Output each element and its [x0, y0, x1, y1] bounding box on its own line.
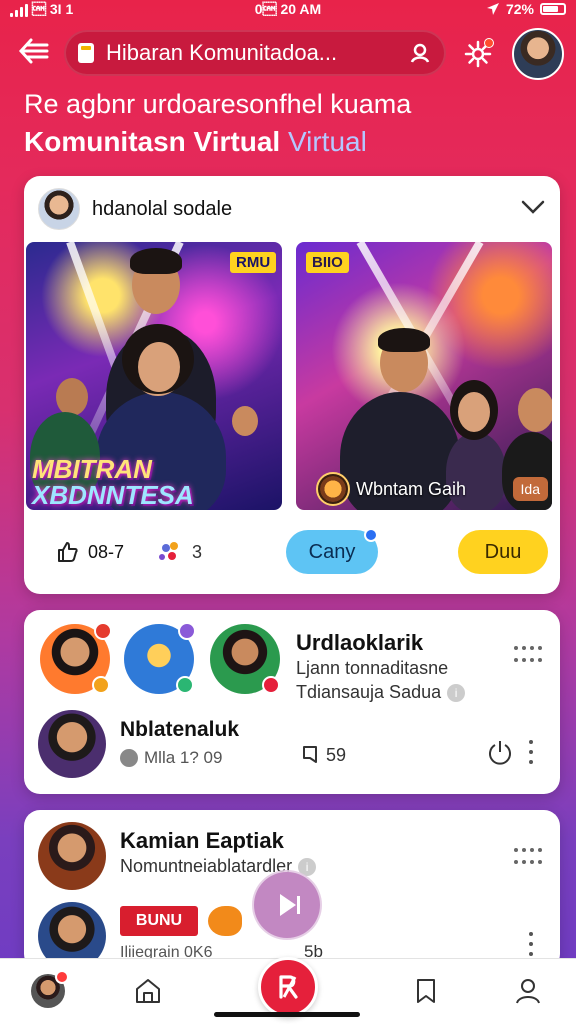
community-subtitle-2-text: Tdiansauja Sadua — [296, 682, 442, 702]
reaction-count: 3 — [192, 541, 203, 562]
reaction-icon — [159, 542, 178, 560]
settings-button[interactable] — [460, 36, 496, 72]
community-subtitle-1: Ljann tonnaditasne — [296, 658, 449, 678]
group-subtitle-text: Nomuntneiablatardler — [120, 856, 293, 876]
post-card: hdanolal sodale RMU MBITRAN XBDNNTESA BI… — [24, 176, 560, 594]
group-tag: BUNU — [120, 906, 198, 936]
story-status-icon — [92, 676, 110, 694]
story-status-icon — [176, 676, 194, 694]
play-icon — [280, 894, 300, 916]
headline-bold: Komunitasn Virtual — [24, 126, 281, 157]
community-subtitle-2: Tdiansauja Sadua i — [296, 682, 466, 703]
battery-percent: 72% — [505, 1, 534, 17]
nav-home[interactable] — [128, 971, 168, 1011]
nav-avatar-image — [31, 970, 69, 1008]
left-media-caption: MBITRAN XBDNNTESA — [32, 456, 194, 508]
cany-button[interactable]: Cany — [286, 528, 378, 574]
right-media-badge: BIIO — [306, 252, 349, 273]
story-avatar-1[interactable] — [40, 622, 112, 694]
post-image-right[interactable]: BIIO Wbntam Gaih Ida — [296, 242, 552, 510]
more-icon[interactable] — [514, 848, 542, 868]
headline-accent: Virtual — [287, 126, 367, 157]
creator-ring-icon — [316, 472, 350, 506]
battery-icon — [540, 3, 566, 15]
play-button[interactable] — [252, 870, 322, 940]
story-badge — [94, 622, 112, 640]
comment-button[interactable]: 59 — [300, 744, 346, 766]
story-avatar-3[interactable] — [210, 624, 280, 694]
right-caption-chip[interactable]: Ida — [512, 477, 548, 501]
comment-count: 59 — [326, 744, 347, 765]
duu-label: Duu — [484, 540, 522, 563]
document-icon — [78, 43, 94, 63]
right-caption-text: Wbntam Gaih — [356, 478, 467, 499]
group-avatar[interactable] — [38, 822, 106, 890]
headline-line-1: Re agbnr urdoaresonfhel kuama — [24, 89, 412, 119]
status-bar:  3I 1 0 20 AM 72% — [0, 0, 576, 22]
page-headline: Re agbnr urdoaresonfhel kuama Komunitasn… — [24, 88, 564, 160]
info-icon[interactable]: i — [447, 683, 466, 702]
duu-button[interactable]: Duu — [458, 530, 548, 574]
like-button[interactable]: 08-7 — [56, 540, 124, 564]
more-icon[interactable] — [514, 646, 542, 666]
author-avatar[interactable] — [38, 188, 80, 230]
back-button[interactable] — [14, 36, 54, 72]
member-name[interactable]: Nblatenaluk — [120, 718, 239, 742]
right-media-caption: Wbntam Gaih Ida — [316, 472, 548, 506]
user-icon[interactable] — [408, 41, 432, 65]
nav-create[interactable] — [258, 957, 318, 1017]
group-title[interactable]: Kamian Eaptiak — [120, 828, 284, 854]
top-bar: Hibaran Komunitadoa... — [0, 28, 576, 80]
community-card: Urdlaoklarik Ljann tonnaditasne Tdiansau… — [24, 610, 560, 794]
post-actions: 08-7 3 Cany Duu — [24, 526, 560, 582]
home-icon — [136, 979, 160, 1003]
member-meta-text: Mlla 1? 09 — [144, 748, 223, 767]
nav-notification-badge — [55, 970, 69, 984]
profile-avatar[interactable] — [512, 28, 564, 80]
reaction-button[interactable]: 3 — [156, 540, 202, 564]
story-status-icon — [262, 676, 280, 694]
back-icon — [18, 38, 49, 64]
chevron-down-icon[interactable] — [520, 196, 546, 218]
story-badge — [178, 622, 196, 640]
left-caption-line-1: MBITRAN — [32, 454, 152, 484]
more-vertical-icon[interactable] — [528, 740, 534, 764]
more-vertical-icon[interactable] — [528, 932, 534, 956]
story-avatar-2[interactable] — [124, 622, 196, 694]
thumbs-up-icon — [58, 542, 78, 562]
community-title[interactable]: Urdlaoklarik — [296, 630, 423, 656]
member-avatar[interactable] — [38, 710, 106, 778]
left-media-badge: RMU — [230, 252, 277, 273]
headline-line-2: Komunitasn Virtual Virtual — [24, 124, 564, 160]
left-caption-line-2: XBDNNTESA — [32, 480, 194, 510]
member-meta: Mlla 1? 09 — [120, 748, 222, 768]
notification-badge — [484, 38, 494, 48]
cany-badge — [364, 528, 378, 542]
nav-bookmarks[interactable] — [406, 971, 446, 1011]
profile-icon — [516, 979, 540, 1004]
like-count: 08-7 — [88, 541, 125, 562]
location-icon — [486, 3, 499, 15]
nav-avatar[interactable] — [28, 970, 69, 1011]
author-name[interactable]: hdanolal sodale — [92, 198, 232, 221]
post-image-left[interactable]: RMU MBITRAN XBDNNTESA — [26, 242, 282, 510]
community-title: Hibaran Komunitadoa... — [106, 40, 338, 65]
nav-profile[interactable] — [508, 971, 548, 1011]
power-icon[interactable] — [486, 738, 514, 766]
community-search-bar[interactable]: Hibaran Komunitadoa... — [64, 30, 446, 76]
create-icon — [279, 975, 298, 999]
clock-icon — [120, 749, 138, 767]
bookmark-icon — [417, 979, 435, 1003]
camera-icon — [208, 906, 242, 936]
status-right: 72% — [486, 1, 566, 17]
cany-label: Cany — [308, 540, 356, 563]
home-indicator — [214, 1012, 360, 1017]
comment-icon — [303, 746, 317, 763]
